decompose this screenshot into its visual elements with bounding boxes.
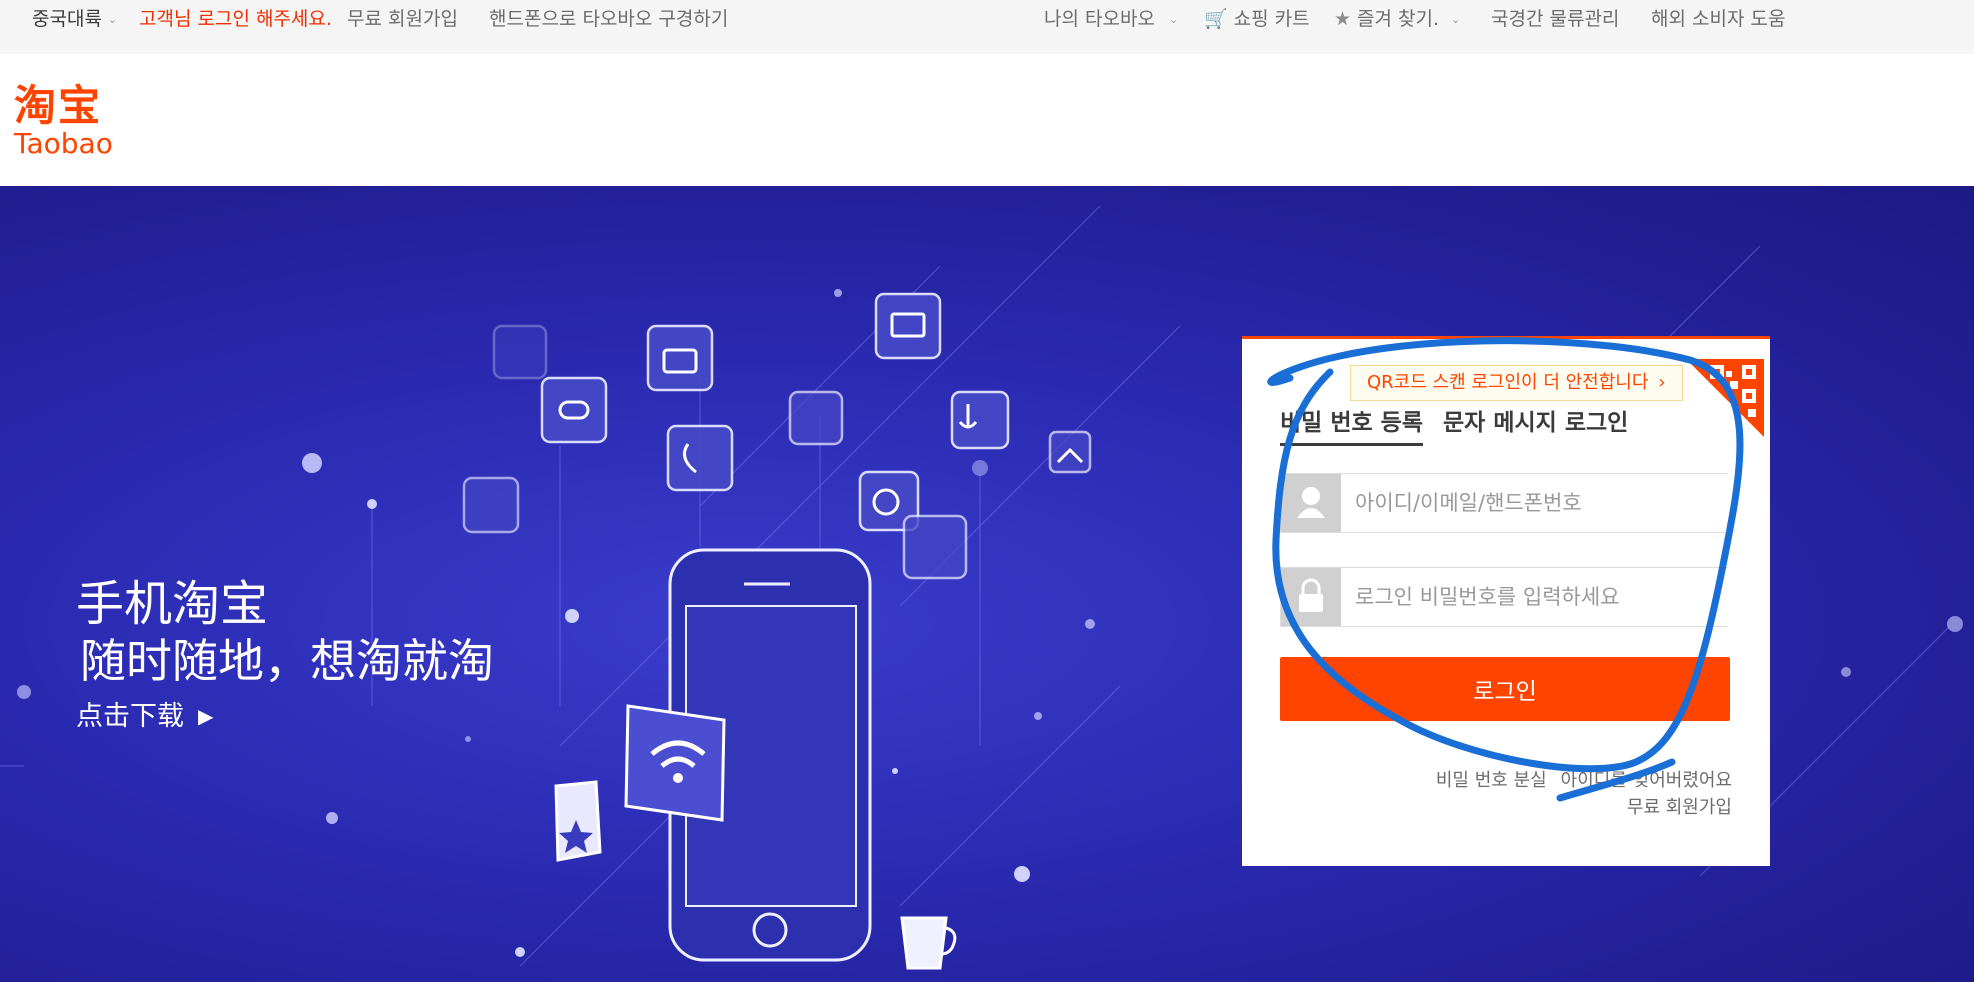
favorites-menu[interactable]: ★ 즐겨 찾기. ⌄	[1334, 6, 1460, 33]
app-download-promo[interactable]: 手机淘宝 随时随地，想淘就淘 点击下载 ▶	[76, 576, 494, 737]
overseas-help-link[interactable]: 해외 소비자 도움	[1651, 6, 1785, 32]
login-help-links: 비밀 번호 분실 아이디를 잊어버렸어요 무료 회원가입	[1422, 767, 1732, 821]
taobao-logo[interactable]: 淘宝 Taobao	[14, 84, 134, 164]
qr-login-tip[interactable]: QR코드 스캔 로그인이 더 안전합니다 ›	[1350, 365, 1683, 401]
cart-label: 쇼핑 카트	[1233, 8, 1310, 30]
user-icon	[1281, 474, 1341, 532]
logistics-link[interactable]: 국경간 물류관리	[1491, 6, 1619, 32]
logo-text-en: Taobao	[14, 127, 113, 160]
password-field	[1280, 567, 1735, 627]
region-label: 중국대륙	[32, 8, 102, 30]
top-nav-bar: 중국대륙 ⌄ 고객님 로그인 해주세요. 무료 회원가입 핸드폰으로 타오바오 구…	[0, 0, 1974, 54]
tab-sms-login[interactable]: 문자 메시지 로그인	[1443, 403, 1628, 443]
cart-icon: 🛒	[1204, 8, 1228, 30]
qr-code-icon[interactable]	[1686, 359, 1764, 437]
forgot-id-link[interactable]: 아이디를 잊어버렸어요	[1561, 770, 1732, 791]
star-icon: ★	[1334, 8, 1352, 30]
download-label: 点击下载	[76, 701, 184, 732]
mobile-browse-link[interactable]: 핸드폰으로 타오바오 구경하기	[489, 6, 728, 32]
cart-link[interactable]: 🛒 쇼핑 카트	[1204, 6, 1310, 32]
login-prompt-link[interactable]: 고객님 로그인 해주세요.	[139, 6, 332, 32]
play-icon: ▶	[198, 704, 214, 728]
logo-text-cn: 淘宝	[14, 81, 103, 130]
chevron-down-icon: ⌄	[1168, 13, 1179, 26]
qr-tip-text: QR코드 스캔 로그인이 더 안전합니다	[1367, 372, 1649, 393]
username-input[interactable]	[1341, 474, 1735, 532]
chevron-down-icon: ⌄	[1451, 13, 1461, 26]
username-field	[1280, 473, 1735, 533]
password-input[interactable]	[1341, 568, 1735, 626]
login-button[interactable]: 로그인	[1280, 657, 1730, 721]
tab-password-login[interactable]: 비밀 번호 등록	[1280, 403, 1423, 446]
chevron-down-icon: ⌄	[107, 13, 118, 26]
register-link[interactable]: 무료 회원가입	[347, 6, 458, 32]
download-link[interactable]: 点击下载 ▶	[76, 696, 494, 737]
favorites-label: 즐겨 찾기.	[1357, 8, 1440, 30]
region-selector[interactable]: 중국대륙 ⌄	[32, 6, 117, 33]
lock-icon	[1281, 568, 1341, 626]
promo-title: 手机淘宝	[76, 576, 269, 632]
register-link-panel[interactable]: 무료 회원가입	[1627, 797, 1732, 818]
my-taobao-label: 나의 타오바오	[1044, 8, 1155, 30]
site-header: 淘宝 Taobao	[0, 54, 1974, 186]
my-taobao-menu[interactable]: 나의 타오바오 ⌄	[1044, 6, 1178, 33]
login-tabs: 비밀 번호 등록 문자 메시지 로그인	[1280, 403, 1640, 446]
login-panel: QR코드 스캔 로그인이 더 안전합니다 › 비밀 번호 등록 문자 메시지 로그…	[1242, 336, 1770, 866]
promo-subtitle: 随时随地，想淘就淘	[80, 634, 494, 688]
forgot-password-link[interactable]: 비밀 번호 분실	[1436, 770, 1547, 791]
chevron-right-icon: ›	[1658, 372, 1666, 393]
